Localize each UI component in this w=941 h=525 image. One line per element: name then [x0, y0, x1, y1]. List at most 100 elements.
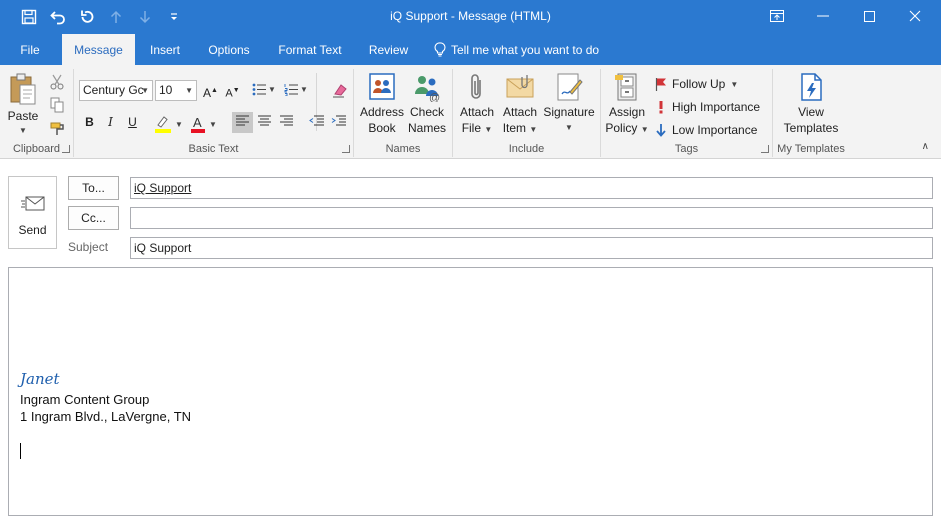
cut-icon[interactable]	[50, 74, 64, 93]
title-bar: iQ Support - Message (HTML)	[0, 0, 941, 34]
font-color-button[interactable]: A ▼	[190, 115, 217, 133]
low-importance-icon	[656, 124, 666, 137]
increase-indent-button[interactable]	[328, 112, 349, 133]
tell-me-text: Tell me what you want to do	[451, 42, 600, 57]
address-book-label-2: Book	[368, 121, 396, 135]
paste-icon	[10, 73, 36, 105]
numbering-button[interactable]: ▼	[284, 83, 308, 96]
attach-file-icon	[471, 74, 481, 99]
message-body[interactable]: Janet Ingram Content Group 1 Ingram Blvd…	[8, 267, 933, 516]
italic-button[interactable]: I	[100, 112, 121, 133]
grow-font-button[interactable]: A▲	[200, 80, 221, 101]
basic-text-launcher[interactable]	[342, 145, 350, 153]
ribbon: Paste ▼ Clipboard Century Gc ▼ 10 ▼ A▲ A▼ …	[0, 65, 941, 159]
signature-label: Signature	[543, 105, 595, 119]
clear-formatting-icon[interactable]	[332, 82, 348, 101]
tab-file[interactable]: File	[8, 34, 52, 65]
subject-value: iQ Support	[134, 241, 192, 255]
font-name-combo[interactable]: Century Gc ▼	[79, 80, 153, 101]
check-names-label-2: Names	[407, 121, 446, 135]
address-book-button[interactable]: Address Book	[359, 72, 405, 136]
view-templates-icon	[801, 73, 822, 101]
signature-button[interactable]: Signature ▼	[541, 72, 597, 136]
font-size-value: 10	[159, 83, 173, 97]
align-center-button[interactable]	[254, 112, 275, 133]
highlight-button[interactable]: ▼	[154, 115, 183, 133]
cc-button[interactable]: Cc...	[68, 206, 119, 230]
subject-label: Subject	[68, 240, 109, 254]
highlight-icon	[155, 116, 171, 133]
decrease-indent-button[interactable]	[306, 112, 327, 133]
check-names-label-1: Check	[409, 105, 444, 119]
names-group: Address Book @ Check Names Names	[354, 69, 453, 157]
clipboard-group: Paste ▼ Clipboard	[0, 69, 74, 157]
font-size-combo[interactable]: 10 ▼	[155, 80, 197, 101]
close-icon[interactable]	[892, 0, 938, 32]
paste-button[interactable]: Paste ▼	[4, 72, 42, 139]
check-names-icon: @	[415, 76, 440, 102]
send-button[interactable]: Send	[8, 176, 57, 249]
clipboard-launcher[interactable]	[62, 145, 70, 153]
ribbon-tabs: File Message Insert Options Format Text …	[0, 34, 941, 65]
tab-insert[interactable]: Insert	[141, 34, 189, 65]
low-importance-label: Low Importance	[672, 123, 758, 137]
tab-review[interactable]: Review	[361, 34, 416, 65]
align-right-button[interactable]	[276, 112, 297, 133]
tab-options[interactable]: Options	[199, 34, 259, 65]
subject-field[interactable]: iQ Support	[130, 237, 933, 259]
attach-item-label-2: Item	[502, 121, 527, 135]
align-left-button[interactable]	[232, 112, 253, 133]
restore-ribbon-icon[interactable]	[754, 0, 800, 32]
send-icon	[21, 196, 45, 211]
check-names-button[interactable]: @ Check Names	[405, 72, 449, 136]
font-name-value: Century Gc	[83, 83, 144, 97]
maximize-icon[interactable]	[846, 0, 892, 32]
follow-up-label: Follow Up	[672, 77, 726, 91]
minimize-icon[interactable]	[800, 0, 846, 32]
format-painter-icon[interactable]	[50, 120, 66, 139]
to-button[interactable]: To...	[68, 176, 119, 200]
attach-item-button[interactable]: Attach Item ▼	[499, 72, 541, 138]
copy-icon[interactable]	[50, 97, 64, 116]
text-cursor	[20, 443, 21, 459]
to-field[interactable]: iQ Support	[130, 177, 933, 199]
cc-field[interactable]	[130, 207, 933, 229]
shrink-font-button[interactable]: A▼	[222, 80, 243, 101]
attach-file-button[interactable]: Attach File ▼	[457, 72, 497, 138]
high-importance-icon	[659, 101, 663, 114]
svg-text:@: @	[429, 92, 440, 102]
underline-button[interactable]: U	[122, 112, 143, 133]
attach-item-label-1: Attach	[502, 105, 538, 119]
view-templates-label-1: View	[798, 105, 824, 119]
view-templates-label-2: Templates	[783, 121, 839, 135]
signature-icon	[557, 73, 583, 101]
numbering-icon	[284, 84, 298, 96]
high-importance-button[interactable]: High Importance	[655, 100, 760, 114]
attach-file-label-2: File	[461, 121, 482, 135]
bold-button[interactable]: B	[79, 112, 100, 133]
follow-up-button[interactable]: Follow Up ▼	[655, 77, 738, 91]
tags-launcher[interactable]	[761, 145, 769, 153]
assign-policy-label-1: Assign	[608, 105, 646, 119]
signature-company: Ingram Content Group	[20, 392, 150, 407]
low-importance-button[interactable]: Low Importance	[655, 123, 757, 137]
signature-address: 1 Ingram Blvd., LaVergne, TN	[20, 409, 192, 424]
include-group-label: Include	[508, 143, 545, 155]
font-color-icon: A	[191, 115, 205, 133]
assign-policy-button[interactable]: Assign Policy ▼	[605, 72, 649, 138]
to-recipient[interactable]: iQ Support	[134, 181, 191, 195]
tags-group-label: Tags	[674, 143, 699, 155]
tell-me-search[interactable]: Tell me what you want to do	[434, 34, 599, 65]
basic-text-group: Century Gc▼ 10▼ A▲ A▼ ▼ ▼ B I U ▼ A▼	[74, 69, 354, 157]
view-templates-button[interactable]: View Templates	[777, 72, 845, 136]
send-label: Send	[18, 223, 47, 237]
collapse-ribbon-icon[interactable]: ∧	[922, 141, 929, 152]
tab-message[interactable]: Message	[62, 34, 135, 65]
attach-item-icon	[506, 75, 534, 98]
bullets-button[interactable]: ▼	[252, 83, 276, 96]
address-book-icon	[369, 73, 395, 100]
my-templates-group: View Templates My Templates	[773, 69, 849, 157]
flag-icon	[655, 78, 666, 91]
tab-format-text[interactable]: Format Text	[269, 34, 351, 65]
paste-label: Paste	[7, 109, 39, 123]
